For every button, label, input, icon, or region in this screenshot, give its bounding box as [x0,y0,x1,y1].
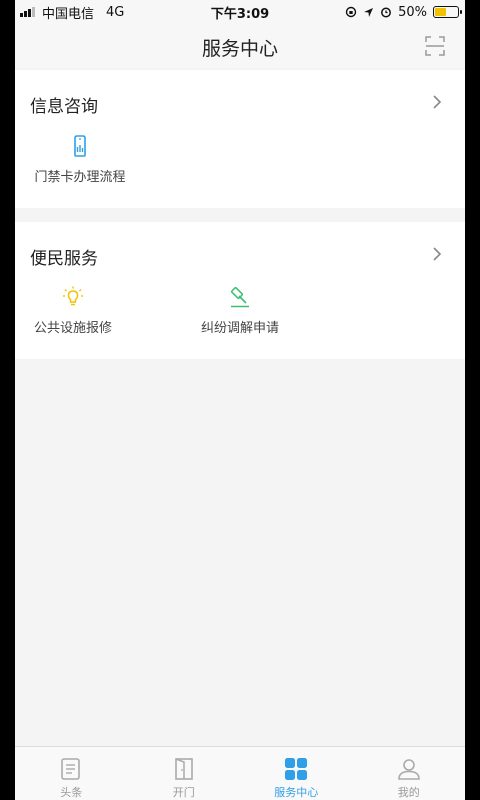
user-icon [397,759,420,780]
section-convenience-services: 便民服务 公共设施报修 纠纷调解申请 [15,222,465,359]
section-title: 信息咨询 [30,97,98,117]
tab-news[interactable]: 头条 [15,747,128,800]
tab-label: 服务中心 [274,786,319,799]
section-info-consult: 信息咨询 门禁卡办理流程 [15,70,465,208]
tab-label: 开门 [172,786,195,799]
scan-icon[interactable] [425,36,445,56]
service-item-label: 门禁卡办理流程 [34,170,126,185]
service-item-access-card[interactable]: 门禁卡办理流程 [30,134,130,185]
chevron-right-icon[interactable] [431,246,443,262]
chevron-right-icon[interactable] [431,94,443,110]
tab-label: 头条 [60,786,83,799]
service-item-facility-repair[interactable]: 公共设施报修 [30,285,116,336]
access-card-icon [74,135,86,157]
service-item-label: 公共设施报修 [33,321,112,336]
tab-bar: 头条 开门 服务中心 我的 [15,746,465,800]
battery-percent: 50% [398,4,427,20]
location-icon [364,7,374,17]
screen: 中国电信 4G 下午3:09 50% 服务中心 信息咨询 门禁卡办理流程 便民服… [15,0,465,800]
grid-icon [285,758,308,780]
status-bar: 中国电信 4G 下午3:09 50% [15,0,465,24]
rotation-lock-icon [345,6,357,18]
tab-service-center[interactable]: 服务中心 [240,747,353,800]
gavel-icon [231,287,249,308]
service-item-label: 纠纷调解申请 [200,321,279,336]
tab-open-door[interactable]: 开门 [128,747,241,800]
lightbulb-icon [63,286,83,306]
battery-icon [433,6,462,18]
section-title: 便民服务 [30,249,98,269]
service-item-dispute-mediation[interactable]: 纠纷调解申请 [197,285,283,336]
tab-label: 我的 [397,786,420,799]
tab-mine[interactable]: 我的 [353,747,466,800]
status-right: 50% [345,4,462,20]
page-title: 服务中心 [201,38,278,60]
news-icon [61,758,81,780]
battery-fill [435,8,446,16]
door-icon [174,758,193,780]
nav-bar: 服务中心 [15,24,465,68]
alarm-icon [381,7,392,18]
